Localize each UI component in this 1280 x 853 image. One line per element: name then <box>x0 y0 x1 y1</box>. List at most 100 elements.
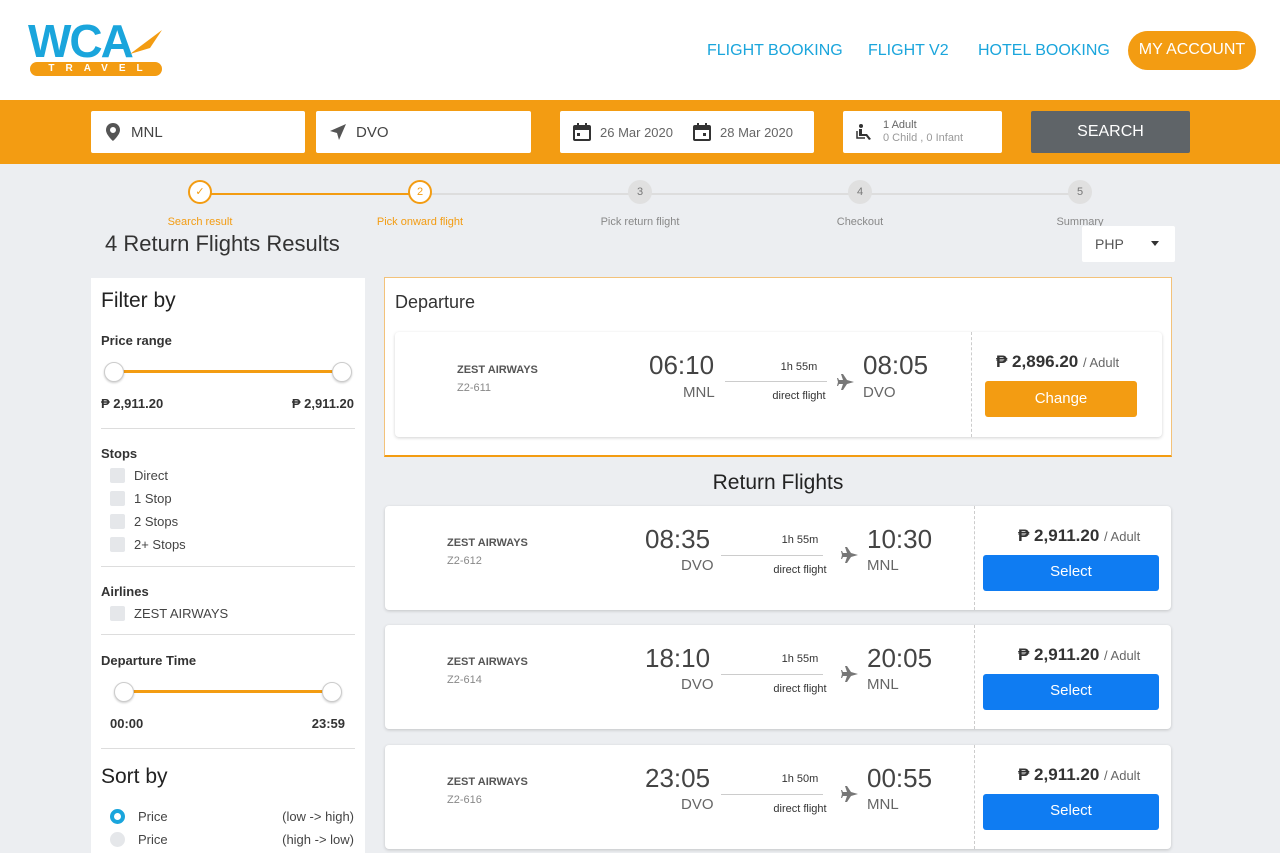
flight-duration: 1h 55m <box>780 361 818 373</box>
stop-option-2plus[interactable]: 2+ Stops <box>110 537 186 552</box>
time-max-handle[interactable] <box>322 682 342 702</box>
step-connector <box>420 193 1080 195</box>
price-per: / Adult <box>1104 768 1141 783</box>
nav-flight-booking[interactable]: FLIGHT BOOKING <box>707 42 843 60</box>
price-max-handle[interactable] <box>332 362 352 382</box>
booking-progress-stepper: ✓ Search result 2 Pick onward flight 3 P… <box>0 168 1280 230</box>
departure-time: 06:10 <box>649 350 715 380</box>
time-min-value: 00:00 <box>110 716 144 731</box>
radio-selected[interactable] <box>110 809 125 824</box>
stops-label: Stops <box>101 446 138 461</box>
step-label: Checkout <box>836 216 884 228</box>
departure-time: 18:10 <box>645 643 711 673</box>
passenger-field[interactable]: 1 Adult 0 Child , 0 Infant <box>843 111 1002 153</box>
my-account-button[interactable]: MY ACCOUNT <box>1128 31 1256 70</box>
step-number: 5 <box>1068 180 1092 204</box>
radio-label: Price <box>138 832 168 847</box>
flight-duration: 1h 55m <box>781 653 819 665</box>
wca-travel-logo[interactable]: WCA TRAVEL <box>28 18 164 78</box>
return-date[interactable]: 28 Mar 2020 <box>720 125 794 140</box>
stop-option-direct[interactable]: Direct <box>110 468 168 483</box>
return-flight-card: ZEST AIRWAYS Z2-612 08:35 DVO 1h 55m dir… <box>385 506 1171 610</box>
divider <box>101 634 355 635</box>
destination-field[interactable]: DVO <box>316 111 531 153</box>
flight-code: Z2-612 <box>447 555 482 567</box>
departure-airport: MNL <box>683 384 715 401</box>
nav-hotel-booking[interactable]: HOTEL BOOKING <box>978 42 1110 60</box>
arrival-time: 00:55 <box>867 763 933 793</box>
checkbox-label: 1 Stop <box>134 491 172 506</box>
checkbox-label: ZEST AIRWAYS <box>134 606 229 621</box>
sort-title: Sort by <box>101 765 168 788</box>
select-flight-button[interactable]: Select <box>983 555 1159 591</box>
step-search-result[interactable]: ✓ Search result <box>130 180 270 228</box>
price-amount: ₱ 2,911.20 <box>1018 765 1100 784</box>
step-label: Pick return flight <box>600 216 680 228</box>
airline-option-zest[interactable]: ZEST AIRWAYS <box>110 606 228 621</box>
logo-tagline: TRAVEL <box>30 62 162 76</box>
results-title: 4 Return Flights Results <box>105 231 340 256</box>
airplane-icon <box>837 374 854 390</box>
arrival-airport: MNL <box>867 557 899 574</box>
time-slider-track[interactable] <box>123 690 331 693</box>
sort-price-high-low[interactable]: Price (high -> low) <box>110 832 354 847</box>
step-pick-onward[interactable]: 2 Pick onward flight <box>350 180 490 228</box>
route-line <box>721 794 823 795</box>
check-icon: ✓ <box>188 180 212 204</box>
sort-price-low-high[interactable]: Price (low -> high) <box>110 809 354 824</box>
card-separator <box>974 745 975 849</box>
checkbox[interactable] <box>110 514 125 529</box>
flight-type: direct flight <box>773 803 827 815</box>
checkbox-label: 2 Stops <box>134 514 179 529</box>
stop-option-1[interactable]: 1 Stop <box>110 491 172 506</box>
search-button[interactable]: SEARCH <box>1031 111 1190 153</box>
departure-airport: DVO <box>681 796 714 813</box>
route-line <box>721 674 823 675</box>
divider <box>101 428 355 429</box>
flight-price: ₱ 2,911.20 / Adult <box>1018 765 1140 785</box>
passenger-summary: 1 Adult 0 Child , 0 Infant <box>883 119 963 145</box>
caret-down-icon <box>1151 241 1159 246</box>
depart-date[interactable]: 26 Mar 2020 <box>600 125 674 140</box>
nav-flight-v2[interactable]: FLIGHT V2 <box>868 42 949 60</box>
select-flight-button[interactable]: Select <box>983 674 1159 710</box>
price-amount: ₱ 2,911.20 <box>1018 526 1100 545</box>
select-flight-button[interactable]: Select <box>983 794 1159 830</box>
time-min-handle[interactable] <box>114 682 134 702</box>
departure-airport: DVO <box>681 676 714 693</box>
departure-flight-card: ZEST AIRWAYS Z2-611 06:10 MNL 1h 55m dir… <box>395 332 1162 437</box>
step-number: 3 <box>628 180 652 204</box>
flight-code: Z2-614 <box>447 674 482 686</box>
price-slider-track[interactable] <box>113 370 341 373</box>
price-min-handle[interactable] <box>104 362 124 382</box>
airplane-icon <box>841 547 858 563</box>
checkbox[interactable] <box>110 606 125 621</box>
search-bar: MNL DVO 26 Mar 2020 28 Mar 2020 1 Adult … <box>0 100 1280 164</box>
departure-airport: DVO <box>681 557 714 574</box>
change-button[interactable]: Change <box>985 381 1137 417</box>
flight-price: ₱ 2,911.20 / Adult <box>1018 526 1140 546</box>
logo-wordmark: WCA <box>28 15 134 67</box>
airplane-icon <box>841 786 858 802</box>
card-separator <box>971 332 972 437</box>
checkbox[interactable] <box>110 537 125 552</box>
pax-child-infant: 0 Child , 0 Infant <box>883 132 964 144</box>
date-range-field[interactable]: 26 Mar 2020 28 Mar 2020 <box>560 111 814 153</box>
arrival-time: 20:05 <box>867 643 933 673</box>
card-separator <box>974 506 975 610</box>
flight-code: Z2-611 <box>457 382 492 394</box>
checkbox[interactable] <box>110 491 125 506</box>
price-amount: ₱ 2,896.20 <box>996 352 1079 371</box>
checkbox-label: 2+ Stops <box>134 537 186 552</box>
step-summary: 5 Summary <box>1010 180 1150 228</box>
price-per: / Adult <box>1104 648 1141 663</box>
radio-unselected[interactable] <box>110 832 125 847</box>
airline-name: ZEST AIRWAYS <box>447 537 528 549</box>
currency-select[interactable]: PHP <box>1082 226 1175 262</box>
checkbox[interactable] <box>110 468 125 483</box>
departure-time: 08:35 <box>645 524 711 554</box>
stop-option-2[interactable]: 2 Stops <box>110 514 178 529</box>
route-line <box>721 555 823 556</box>
flight-price: ₱ 2,911.20 / Adult <box>1018 645 1140 665</box>
origin-field[interactable]: MNL <box>91 111 305 153</box>
